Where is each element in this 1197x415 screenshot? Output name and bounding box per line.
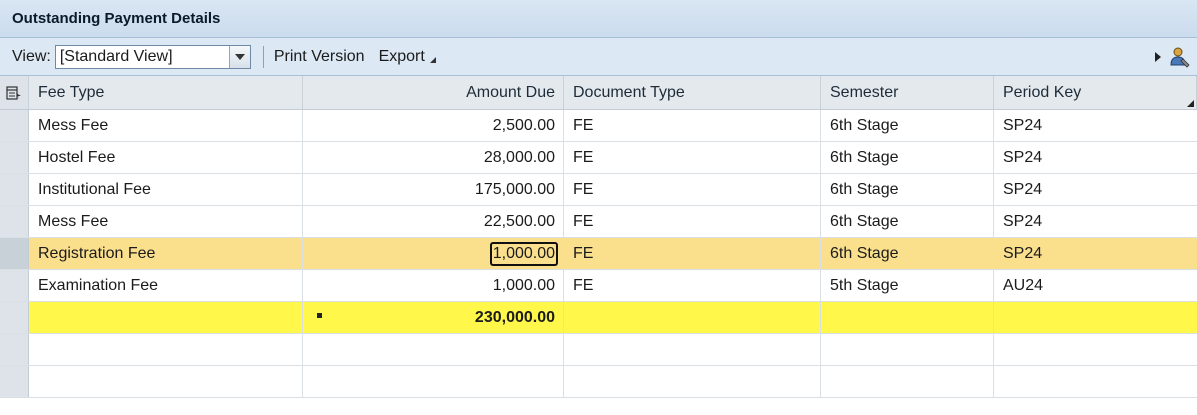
personalize-user-icon[interactable] <box>1169 46 1191 68</box>
empty-row <box>0 334 1197 366</box>
table-row[interactable]: Mess Fee 2,500.00 FE 6th Stage SP24 <box>0 110 1197 142</box>
empty-cell <box>994 334 1197 365</box>
period-key-cell: SP24 <box>1003 116 1043 134</box>
row-selector[interactable] <box>0 142 29 173</box>
period-key-cell: SP24 <box>1003 244 1043 262</box>
document-type-cell: FE <box>564 174 821 205</box>
table-header-row: Fee Type Amount Due Document Type Semest… <box>0 76 1197 110</box>
period-key-cell: SP24 <box>1003 180 1043 198</box>
title-bar: Outstanding Payment Details <box>0 0 1197 38</box>
right-tools <box>1155 38 1191 76</box>
row-selector[interactable] <box>0 270 29 301</box>
empty-cell <box>821 366 994 397</box>
document-type-cell: FE <box>564 206 821 237</box>
amount-due-cell: 2,500.00 <box>303 110 564 141</box>
table-row-selected[interactable]: Registration Fee 1,000.00 FE 6th Stage S… <box>0 238 1197 270</box>
amount-due-cell: 175,000.00 <box>303 174 564 205</box>
fee-type-cell: Hostel Fee <box>29 142 303 173</box>
empty-cell <box>303 334 564 365</box>
table-row[interactable]: Examination Fee 1,000.00 FE 5th Stage AU… <box>0 270 1197 302</box>
expand-right-icon[interactable] <box>1155 52 1161 62</box>
semester-cell: 5th Stage <box>821 270 994 301</box>
fee-type-cell: Mess Fee <box>29 206 303 237</box>
print-version-button[interactable]: Print Version <box>274 48 365 66</box>
semester-cell: 6th Stage <box>821 142 994 173</box>
dropdown-arrow-icon[interactable] <box>228 45 250 68</box>
table-row[interactable]: Mess Fee 22,500.00 FE 6th Stage SP24 <box>0 206 1197 238</box>
row-selector[interactable] <box>0 238 29 269</box>
document-type-cell: FE <box>564 110 821 141</box>
semester-cell: 6th Stage <box>821 238 994 269</box>
column-header-semester[interactable]: Semester <box>821 76 994 109</box>
document-type-cell: FE <box>564 238 821 269</box>
semester-cell: 6th Stage <box>821 110 994 141</box>
export-button[interactable]: Export <box>379 48 436 66</box>
sort-indicator-icon[interactable] <box>1187 100 1194 107</box>
toolbar-separator <box>262 45 264 68</box>
view-select[interactable]: [Standard View] <box>54 44 251 69</box>
period-key-label: Period Key <box>1003 83 1082 101</box>
column-settings-icon[interactable] <box>0 76 29 109</box>
column-header-document-type[interactable]: Document Type <box>564 76 821 109</box>
fee-type-cell: Institutional Fee <box>29 174 303 205</box>
toolbar: View: [Standard View] Print Version Expo… <box>0 38 1197 76</box>
empty-cell <box>821 334 994 365</box>
total-document-type-cell <box>564 302 821 333</box>
row-selector <box>0 366 29 397</box>
amount-due-cell: 22,500.00 <box>303 206 564 237</box>
empty-cell <box>564 366 821 397</box>
total-row: 230,000.00 <box>0 302 1197 334</box>
window-title: Outstanding Payment Details <box>12 10 221 27</box>
row-selector <box>0 302 29 333</box>
column-header-fee-type[interactable]: Fee Type <box>29 76 303 109</box>
table-row[interactable]: Institutional Fee 175,000.00 FE 6th Stag… <box>0 174 1197 206</box>
column-header-period-key[interactable]: Period Key <box>994 76 1197 109</box>
focused-cell-value: 1,000.00 <box>489 241 558 266</box>
period-key-cell: AU24 <box>1003 276 1044 294</box>
semester-cell: 6th Stage <box>821 206 994 237</box>
amount-due-cell-focused[interactable]: 1,000.00 <box>303 238 564 269</box>
amount-due-cell: 1,000.00 <box>303 270 564 301</box>
document-type-cell: FE <box>564 142 821 173</box>
total-fee-type-cell <box>29 302 303 333</box>
amount-due-cell: 28,000.00 <box>303 142 564 173</box>
row-selector[interactable] <box>0 174 29 205</box>
empty-row <box>0 366 1197 398</box>
fee-type-cell: Registration Fee <box>29 238 303 269</box>
total-amount-cell: 230,000.00 <box>303 302 564 333</box>
row-selector[interactable] <box>0 206 29 237</box>
column-header-amount-due[interactable]: Amount Due <box>303 76 564 109</box>
table-row[interactable]: Hostel Fee 28,000.00 FE 6th Stage SP24 <box>0 142 1197 174</box>
payment-table: Fee Type Amount Due Document Type Semest… <box>0 76 1197 398</box>
total-amount-value: 230,000.00 <box>474 308 555 326</box>
row-selector[interactable] <box>0 110 29 141</box>
total-marker-icon <box>317 313 322 318</box>
total-period-key-cell <box>994 302 1197 333</box>
row-selector <box>0 334 29 365</box>
period-key-cell: SP24 <box>1003 212 1043 230</box>
fee-type-cell: Mess Fee <box>29 110 303 141</box>
view-select-value: [Standard View] <box>59 47 173 65</box>
total-semester-cell <box>821 302 994 333</box>
empty-cell <box>29 366 303 397</box>
empty-cell <box>303 366 564 397</box>
empty-cell <box>29 334 303 365</box>
export-label: Export <box>378 47 425 65</box>
export-arrow-icon <box>429 56 436 63</box>
empty-cell <box>564 334 821 365</box>
semester-cell: 6th Stage <box>821 174 994 205</box>
period-key-cell: SP24 <box>1003 148 1043 166</box>
fee-type-cell: Examination Fee <box>29 270 303 301</box>
view-label: View: <box>12 47 51 65</box>
empty-cell <box>994 366 1197 397</box>
document-type-cell: FE <box>564 270 821 301</box>
